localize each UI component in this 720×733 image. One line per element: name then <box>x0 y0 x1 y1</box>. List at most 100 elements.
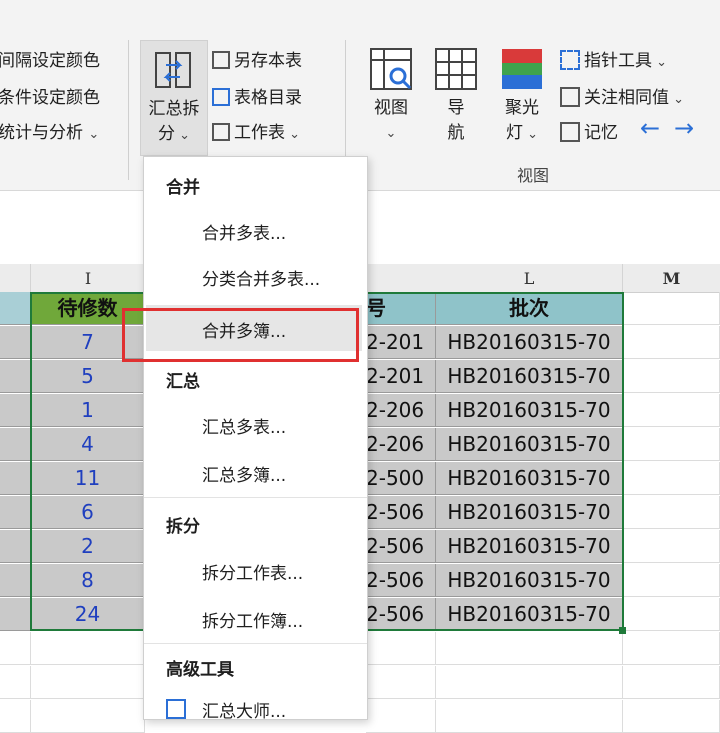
menu-section-split: 拆分 <box>166 517 200 537</box>
save-sheet-as-button[interactable]: 另存本表 <box>212 46 302 71</box>
spotlight-label-1: 聚光 <box>505 98 539 118</box>
row-cell[interactable] <box>0 598 31 631</box>
empty-cell[interactable] <box>623 462 720 495</box>
save-sheet-as-label: 另存本表 <box>234 51 302 71</box>
memory-button[interactable]: 记忆 <box>560 118 618 143</box>
row-cell[interactable] <box>0 394 31 427</box>
view-group-label: 视图 <box>517 166 550 185</box>
empty-cell[interactable] <box>623 360 720 393</box>
empty-cell[interactable] <box>366 632 436 665</box>
focus-same-value-button[interactable]: 关注相同值 ⌄ <box>560 83 684 108</box>
navigation-icon <box>435 48 477 90</box>
spotlight-label-2: 灯 <box>505 123 523 143</box>
empty-cell[interactable] <box>31 632 145 665</box>
view-button[interactable]: 视图 ⌄ <box>362 44 420 144</box>
menu-item-category-merge[interactable]: 分类合并多表... <box>202 265 320 290</box>
empty-cell[interactable] <box>623 428 720 461</box>
empty-cell[interactable] <box>436 666 623 699</box>
empty-cell[interactable] <box>0 666 31 699</box>
summary-split-menu: 合并 合并多表... 分类合并多表... 合并多簿... 汇总 汇总多表... … <box>122 156 368 722</box>
summary-split-button[interactable]: 汇总拆 分 ⌄ <box>140 40 208 156</box>
view-icon <box>370 48 412 90</box>
chevron-down-icon: ⌄ <box>669 92 685 107</box>
chevron-down-icon: ⌄ <box>385 126 397 141</box>
forward-arrow-icon[interactable]: → <box>674 114 694 142</box>
chevron-down-icon: ⌄ <box>174 128 191 143</box>
column-header-i[interactable]: I <box>31 264 146 292</box>
navigation-label-2: 航 <box>447 123 465 143</box>
empty-cell[interactable] <box>623 632 720 665</box>
worksheet-icon <box>212 123 230 141</box>
stats-analysis-button[interactable]: 统计与分析 ⌄ <box>0 118 99 143</box>
row-cell[interactable] <box>0 360 31 393</box>
spotlight-button[interactable]: 聚光 灯 ⌄ <box>494 44 550 144</box>
empty-cell[interactable] <box>623 598 720 631</box>
spotlight-icon <box>502 49 542 89</box>
summary-split-icon <box>155 52 191 88</box>
column-header[interactable] <box>0 264 31 292</box>
pointer-tool-label: 指针工具 <box>584 51 652 71</box>
chevron-down-icon: ⌄ <box>285 127 301 142</box>
navigation-button[interactable]: 导 航 <box>430 44 482 144</box>
empty-cell[interactable] <box>31 666 145 699</box>
row-cell[interactable] <box>0 326 31 359</box>
table-directory-icon <box>212 88 230 106</box>
empty-cell[interactable] <box>623 666 720 699</box>
menu-item-summary-workbooks[interactable]: 汇总多簿... <box>202 461 286 486</box>
view-label: 视图 <box>374 98 408 118</box>
row-cell[interactable] <box>0 530 31 563</box>
table-directory-label: 表格目录 <box>234 88 302 108</box>
interval-color-button[interactable]: 间隔设定颜色 <box>0 46 100 71</box>
focus-same-value-icon <box>560 87 580 107</box>
column-header-m[interactable]: M <box>623 264 720 292</box>
pointer-tool-button[interactable]: 指针工具 ⌄ <box>560 46 667 71</box>
menu-item-summary-master[interactable]: 汇总大师... <box>202 697 286 722</box>
empty-cell[interactable] <box>623 530 720 563</box>
empty-cell[interactable] <box>436 700 623 733</box>
chevron-down-icon: ⌄ <box>652 55 668 70</box>
row-cell[interactable] <box>0 496 31 529</box>
highlight-box <box>122 308 359 362</box>
menu-item-summary-sheets[interactable]: 汇总多表... <box>202 413 286 438</box>
menu-divider <box>144 643 367 644</box>
empty-cell[interactable] <box>0 632 31 665</box>
memory-label: 记忆 <box>584 123 618 143</box>
chevron-down-icon: ⌄ <box>88 127 100 142</box>
chevron-down-icon: ⌄ <box>522 127 539 142</box>
empty-cell[interactable] <box>31 700 145 733</box>
row-cell[interactable] <box>0 564 31 597</box>
navigation-label-1: 导 <box>447 98 465 118</box>
pointer-tool-icon <box>560 50 580 70</box>
empty-cell[interactable] <box>436 632 623 665</box>
menu-item-split-sheet[interactable]: 拆分工作表... <box>202 559 303 584</box>
menu-item-split-workbook[interactable]: 拆分工作簿... <box>202 607 303 632</box>
empty-cell[interactable] <box>623 496 720 529</box>
row-cell[interactable] <box>0 428 31 461</box>
row-cell[interactable] <box>0 462 31 495</box>
empty-cell[interactable] <box>366 666 436 699</box>
worksheet-button[interactable]: 工作表 ⌄ <box>212 118 300 143</box>
table-directory-button[interactable]: 表格目录 <box>212 83 302 108</box>
menu-section-advanced: 高级工具 <box>166 660 234 680</box>
empty-cell[interactable] <box>623 394 720 427</box>
empty-cell[interactable] <box>366 700 436 733</box>
column-header-l[interactable]: L <box>436 264 623 292</box>
empty-cell[interactable] <box>623 326 720 359</box>
empty-cell[interactable] <box>623 564 720 597</box>
menu-section-merge: 合并 <box>166 178 200 198</box>
empty-cell[interactable] <box>623 292 720 325</box>
fill-handle[interactable] <box>619 627 626 634</box>
save-icon <box>212 51 230 69</box>
summary-split-label-2: 分 <box>157 124 175 144</box>
conditional-color-button[interactable]: 条件设定颜色 <box>0 83 100 108</box>
empty-cell[interactable] <box>0 700 31 733</box>
menu-divider <box>144 497 367 498</box>
menu-item-merge-sheets[interactable]: 合并多表... <box>202 219 286 244</box>
summary-master-icon <box>166 699 186 719</box>
header-cell[interactable] <box>0 292 31 325</box>
back-arrow-icon[interactable]: ← <box>640 114 660 142</box>
empty-cell[interactable] <box>623 700 720 733</box>
worksheet-label: 工作表 <box>234 123 285 143</box>
memory-icon <box>560 122 580 142</box>
ribbon-separator <box>128 40 129 180</box>
